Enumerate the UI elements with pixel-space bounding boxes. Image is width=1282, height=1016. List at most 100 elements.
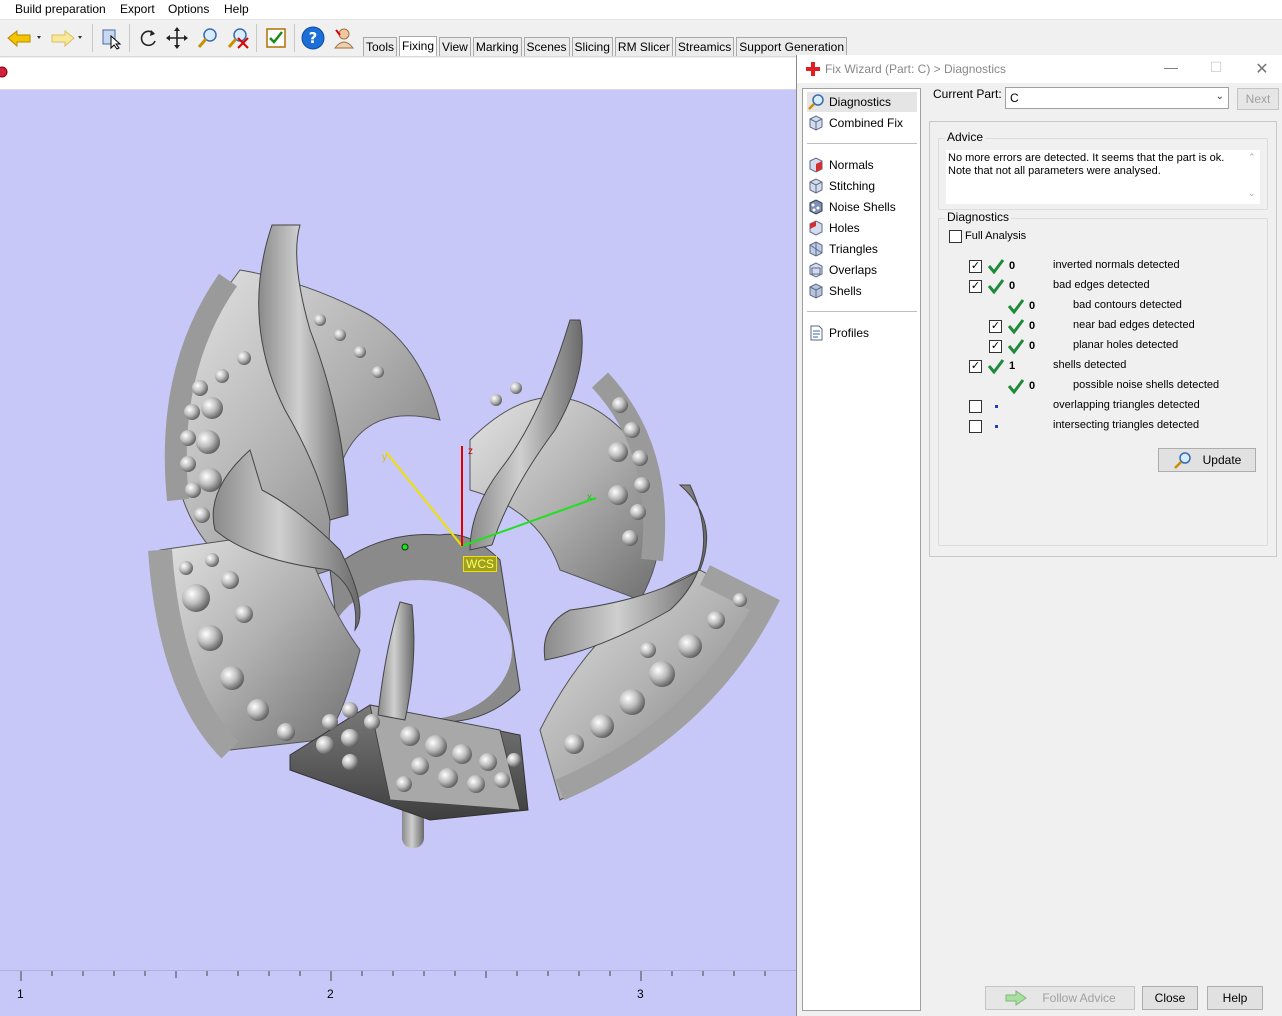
current-part-value: C <box>1010 91 1019 105</box>
help-button[interactable]: ? <box>299 24 327 52</box>
zoom-button[interactable] <box>194 24 222 52</box>
row-label: overlapping triangles detected <box>1053 399 1200 411</box>
follow-advice-label: Follow Advice <box>1042 991 1116 1005</box>
current-part-label: Current Part: <box>933 87 1002 101</box>
tab-fixing[interactable]: Fixing <box>399 36 438 56</box>
stitching-icon <box>807 178 825 194</box>
full-analysis-checkbox[interactable] <box>949 230 962 243</box>
tab-scenes[interactable]: Scenes <box>523 37 570 56</box>
undo-button[interactable] <box>4 24 44 52</box>
row-label: bad edges detected <box>1053 279 1150 291</box>
zoom-fit-button[interactable] <box>224 24 252 52</box>
nav-label: Holes <box>829 221 860 235</box>
tab-streamics[interactable]: Streamics <box>674 37 735 56</box>
row-count: 0 <box>1029 380 1036 392</box>
magnifier-icon <box>1173 452 1191 469</box>
row-checkbox[interactable] <box>969 420 982 433</box>
tab-rm-slicer[interactable]: RM Slicer <box>614 37 673 56</box>
nav-item-triangles[interactable]: Triangles <box>807 239 917 259</box>
nav-item-stitching[interactable]: Stitching <box>807 176 917 196</box>
ribbon-tabs: Tools Fixing View Marking Scenes Slicing… <box>363 36 849 56</box>
nav-item-combined-fix[interactable]: Combined Fix <box>807 113 917 133</box>
pending-dot-icon <box>995 425 998 428</box>
axis-y-label: y <box>382 452 387 463</box>
nav-label: Diagnostics <box>829 95 892 109</box>
follow-advice-button[interactable]: Follow Advice <box>985 986 1135 1010</box>
pending-dot-icon <box>995 405 998 408</box>
minimize-button[interactable]: — <box>1161 59 1181 77</box>
nav-item-shells[interactable]: Shells <box>807 281 917 301</box>
redo-icon <box>51 29 82 48</box>
redo-button[interactable] <box>48 24 88 52</box>
tab-slicing[interactable]: Slicing <box>571 37 613 56</box>
part-model <box>148 224 780 848</box>
current-part-select[interactable]: C ⌄ <box>1005 87 1229 109</box>
tab-support-generation[interactable]: Support Generation <box>736 37 848 56</box>
menu-help[interactable]: Help <box>224 2 249 16</box>
nav-item-overlaps[interactable]: Overlaps <box>807 260 917 280</box>
nav-item-holes[interactable]: Holes <box>807 218 917 238</box>
row-checkbox[interactable]: ✓ <box>989 320 1002 333</box>
rotate-button[interactable] <box>134 24 162 52</box>
update-button[interactable]: Update <box>1158 448 1256 472</box>
row-checkbox[interactable]: ✓ <box>989 340 1002 353</box>
menu-options[interactable]: Options <box>168 2 209 16</box>
green-check-icon <box>1008 319 1024 334</box>
row-checkbox[interactable]: ✓ <box>969 360 982 373</box>
record-icon <box>0 66 8 78</box>
toolbar-separator <box>129 24 130 52</box>
tab-tools[interactable]: Tools <box>363 37 398 56</box>
nav-item-diagnostics[interactable]: Diagnostics <box>807 92 917 112</box>
nav-label: Normals <box>829 158 874 172</box>
nav-item-normals[interactable]: Normals <box>807 155 917 175</box>
toolbar-separator <box>92 24 93 52</box>
row-checkbox[interactable] <box>969 400 982 413</box>
red-cross-icon <box>806 62 820 76</box>
next-button[interactable]: Next <box>1237 88 1279 110</box>
toolbar-separator <box>256 24 257 52</box>
menu-export[interactable]: Export <box>120 2 155 16</box>
toolbar-separator <box>294 24 295 52</box>
row-label: near bad edges detected <box>1073 319 1195 331</box>
maximize-button[interactable]: ☐ <box>1206 59 1226 77</box>
select-part-button[interactable] <box>97 24 125 52</box>
tab-marking[interactable]: Marking <box>472 37 522 56</box>
bottom-ruler: 1 2 3 <box>0 970 796 1016</box>
close-button[interactable]: Close <box>1142 986 1198 1010</box>
ruler-label: 3 <box>637 987 644 1001</box>
tab-view[interactable]: View <box>439 37 471 56</box>
nav-label: Overlaps <box>829 263 878 277</box>
zoom-fit-icon <box>227 28 249 49</box>
user-button[interactable] <box>330 24 358 52</box>
row-checkbox[interactable]: ✓ <box>969 280 982 293</box>
close-window-button[interactable]: ✕ <box>1252 59 1272 78</box>
tool-subbar <box>0 58 800 90</box>
row-label: possible noise shells detected <box>1073 379 1220 391</box>
help-dialog-button[interactable]: Help <box>1207 986 1263 1010</box>
nav-item-profiles[interactable]: Profiles <box>807 323 917 343</box>
nav-separator <box>807 143 917 144</box>
menu-build-preparation[interactable]: Build preparation <box>15 2 106 16</box>
magnifier-icon <box>807 94 825 110</box>
nav-item-noise-shells[interactable]: Noise Shells <box>807 197 917 217</box>
pan-button[interactable] <box>163 24 191 52</box>
nav-label: Shells <box>829 284 862 298</box>
row-count: 0 <box>1009 280 1016 292</box>
row-count: 0 <box>1029 300 1036 312</box>
ruler-label: 2 <box>327 987 334 1001</box>
row-count: 0 <box>1029 320 1036 332</box>
checklist-icon <box>266 28 286 48</box>
row-checkbox[interactable]: ✓ <box>969 260 982 273</box>
green-check-icon <box>988 279 1004 294</box>
advice-scrollbar[interactable]: ⌃ ⌄ <box>1244 150 1260 204</box>
3d-viewport[interactable]: WCS x y z <box>0 90 796 970</box>
rotate-icon <box>140 30 156 47</box>
fix-wizard-nav: Diagnostics Combined Fix Normals Stitchi… <box>802 88 921 1011</box>
fix-wizard-button[interactable] <box>262 24 290 52</box>
menu-bar: Build preparation Export Options Help <box>0 0 1282 20</box>
select-part-icon <box>102 29 122 50</box>
chevron-down-icon: ⌄ <box>1215 91 1224 102</box>
row-count: 0 <box>1029 340 1036 352</box>
diagnostics-panel: Advice No more errors are detected. It s… <box>929 121 1277 557</box>
noise-shells-icon <box>807 199 825 215</box>
